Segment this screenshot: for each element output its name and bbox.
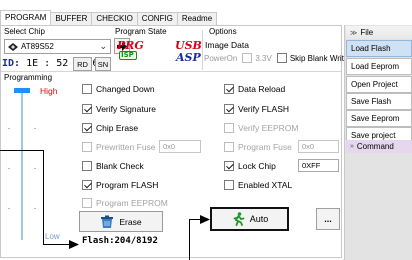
voltage-label: 3.3V [255,53,272,63]
level-low-label: Low [45,232,60,241]
collapse-icon: ≫ [350,29,358,37]
skip-blank-checkbox[interactable] [276,53,287,63]
program-fuse-option[interactable]: Program Fuse [224,142,292,152]
changed-down-checkbox[interactable] [82,84,92,94]
data-reload-checkbox[interactable] [224,84,234,94]
verify-eeprom-option[interactable]: Verify EEPROM [224,123,298,133]
image-data-label: Image Data [204,40,250,50]
program-fuse-label: Program Fuse [238,142,292,152]
annotation-line-auto-v [189,219,190,260]
load-eeprom-button[interactable]: Load Eeprom [346,58,412,75]
lock-chip-label: Lock Chip [238,161,276,171]
program-fuse-input[interactable]: 0x0 [298,140,339,153]
blank-check-label: Blank Check [96,161,144,171]
isp-icon: ISP [121,51,134,59]
annotation-line-left-bottom [43,244,71,245]
blank-check-option[interactable]: Blank Check [82,161,144,171]
lock-chip-option[interactable]: Lock Chip [224,161,276,171]
data-reload-option[interactable]: Data Reload [224,84,285,94]
level-slider-thumb[interactable] [14,88,30,93]
chip-select[interactable]: AT89S52 ⌄ [4,39,111,54]
verify-signature-label: Verify Signature [96,104,157,114]
verify-flash-label: Verify FLASH [238,104,290,114]
annotation-line-left-v [43,150,44,245]
running-man-icon [233,212,245,226]
section-divider [1,71,341,72]
program-state-label: Program State [114,27,168,36]
prewritten-fuse-input[interactable]: 0x0 [159,140,201,153]
auto-button-label: Auto [249,214,269,224]
erase-button[interactable]: Erase [79,211,163,232]
chip-erase-checkbox[interactable] [82,123,92,133]
erase-button-label: Erase [119,216,142,227]
verify-flash-option[interactable]: Verify FLASH [224,104,289,114]
annotation-line-left-h [0,150,44,151]
erase-icon [101,215,114,228]
chip-id-prefix: ID: [2,57,21,69]
programming-label: Programming [3,73,54,82]
enabled-xtal-label: Enabled XTAL [238,180,293,190]
level-high-label: High [40,86,58,96]
data-reload-label: Data Reload [238,84,286,94]
program-flash-option[interactable]: Program FLASH [82,180,158,190]
tab-readme[interactable]: Readme [177,12,218,25]
power-on-label: PowerOn [204,53,238,63]
expand-icon: » [350,143,354,150]
enabled-xtal-option[interactable]: Enabled XTAL [224,180,292,190]
program-flash-checkbox[interactable] [82,180,92,190]
options-label: Options [208,27,238,36]
tab-buffer[interactable]: BUFFER [51,12,93,25]
program-eeprom-checkbox[interactable] [82,198,92,208]
sidebar-file-label: File [360,28,374,37]
verify-signature-option[interactable]: Verify Signature [82,104,156,114]
chip-select-value: AT89S52 [21,42,54,51]
program-eeprom-option[interactable]: Program EEPROM [82,198,168,208]
verify-eeprom-label: Verify EEPROM [238,123,299,133]
lock-chip-checkbox[interactable] [224,161,234,171]
load-flash-button[interactable]: Load Flash [346,40,412,57]
annotation-arrow-auto [200,215,210,224]
save-eeprom-button[interactable]: Save Eeprom [346,110,412,127]
open-project-button[interactable]: Open Project [346,76,412,93]
program-eeprom-label: Program EEPROM [96,198,168,208]
asp-icon: ASP [176,51,201,64]
chip-erase-label: Chip Erase [96,123,139,133]
program-state-icons: PRG ISP USB ASP [113,38,205,70]
chip-icon [8,42,18,51]
main-tabs: PROGRAM BUFFER CHECKIO CONFIG Readme [0,10,218,25]
prewritten-fuse-option[interactable]: Prewritten Fuse [82,142,156,152]
prewritten-fuse-label: Prewritten Fuse [96,142,156,152]
more-options-button[interactable]: ... [316,208,340,230]
changed-down-option[interactable]: Changed Down [82,84,155,94]
verify-signature-checkbox[interactable] [82,104,92,114]
prewritten-fuse-checkbox[interactable] [82,142,92,152]
save-flash-button[interactable]: Save Flash [346,93,412,110]
program-flash-label: Program FLASH [96,180,159,190]
changed-down-label: Changed Down [96,84,155,94]
enabled-xtal-checkbox[interactable] [224,180,234,190]
verify-flash-checkbox[interactable] [224,104,234,114]
tab-checkio[interactable]: CHECKIO [92,12,138,25]
annotation-arrow-left [69,240,79,249]
sidebar-file-header[interactable]: ≫ File [346,26,412,39]
programmer-app: PROGRAM BUFFER CHECKIO CONFIG Readme Sel… [0,0,412,260]
level-slider-track[interactable] [21,88,23,240]
serial-number-button[interactable]: SN [95,57,111,71]
chevron-down-icon: ⌄ [99,41,107,51]
sidebar-command-header[interactable]: » Command [346,140,412,153]
flash-usage-text: Flash:204/8192 [82,236,158,246]
options-row: PowerOn 3.3V Skip Blank Written [204,53,355,63]
chip-erase-option[interactable]: Chip Erase [82,123,138,133]
auto-button[interactable]: Auto [210,207,289,231]
tab-config[interactable]: CONFIG [137,12,178,25]
select-chip-label: Select Chip [3,27,46,36]
voltage-checkbox[interactable] [242,53,253,63]
sidebar-command-label: Command [356,142,394,151]
verify-eeprom-checkbox[interactable] [224,123,234,133]
program-fuse-checkbox[interactable] [224,142,234,152]
tab-program[interactable]: PROGRAM [0,10,52,25]
lock-chip-input[interactable]: 0XFF [298,159,339,172]
blank-check-checkbox[interactable] [82,161,92,171]
read-id-button[interactable]: RD [73,57,92,71]
